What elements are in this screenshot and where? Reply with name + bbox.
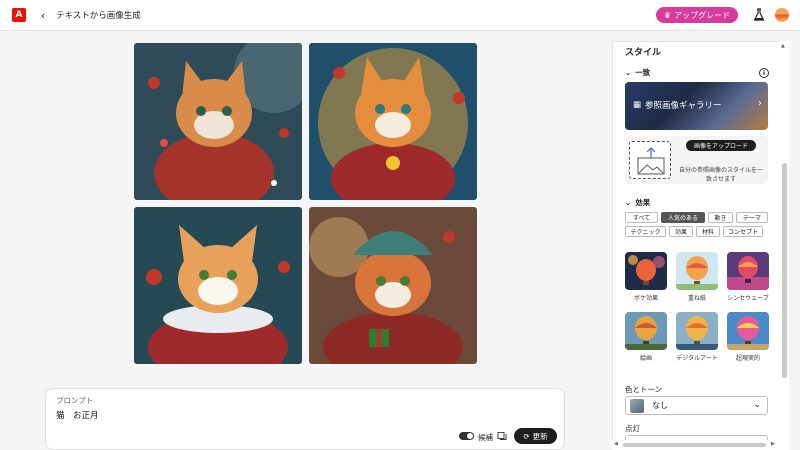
effect-digital-art[interactable]: デジタルアート bbox=[675, 312, 719, 362]
chip-concept[interactable]: コンセプト bbox=[723, 226, 763, 237]
effect-thumbnail bbox=[625, 252, 667, 290]
effect-label: 重ね紙 bbox=[687, 295, 706, 302]
effect-label: ボケ効果 bbox=[633, 295, 658, 302]
effects-grid: ボケ効果 重ね紙 シンセウェーブ 絵画 デジタルアート 超現実的 bbox=[624, 252, 770, 362]
scroll-thumb[interactable] bbox=[782, 163, 787, 378]
effect-label: 絵画 bbox=[639, 355, 652, 362]
match-title: 一致 bbox=[635, 68, 651, 77]
effect-layered-paper[interactable]: 重ね紙 bbox=[675, 252, 719, 302]
effect-thumbnail bbox=[676, 312, 718, 350]
upload-image-button[interactable]: 画像をアップロード bbox=[686, 140, 756, 151]
style-title: スタイル bbox=[625, 48, 662, 58]
effect-painting[interactable]: 絵画 bbox=[624, 312, 668, 362]
back-chevron-icon[interactable]: ‹ bbox=[38, 9, 48, 22]
upload-description: 自分の参照画像のスタイルを一致させます bbox=[678, 167, 763, 183]
upload-area: 画像をアップロード 自分の参照画像のスタイルを一致させます bbox=[625, 136, 768, 184]
effect-bokeh[interactable]: ボケ効果 bbox=[624, 252, 668, 302]
crown-icon: ♛ bbox=[663, 10, 672, 20]
color-tone-label: 色とトーン bbox=[625, 385, 663, 394]
lighting-label: 点灯 bbox=[625, 424, 640, 433]
scroll-left-icon[interactable]: ◀ bbox=[614, 441, 618, 447]
chip-motion[interactable]: 動き bbox=[708, 212, 733, 223]
scroll-up-icon[interactable]: ▲ bbox=[781, 43, 785, 49]
effect-synthwave[interactable]: シンセウェーブ bbox=[726, 252, 770, 302]
update-button[interactable]: ⟳ 更新 bbox=[514, 428, 557, 444]
candidate-toggle[interactable] bbox=[459, 432, 474, 440]
effect-thumbnail bbox=[727, 312, 769, 350]
grid-icon: ▦ bbox=[633, 100, 642, 110]
effect-label: シンセウェーブ bbox=[727, 295, 769, 302]
result-image[interactable] bbox=[134, 207, 302, 364]
chip-all[interactable]: すべて bbox=[625, 212, 658, 223]
effect-thumbnail bbox=[625, 312, 667, 350]
chevron-down-icon: ⌄ bbox=[625, 68, 632, 77]
candidate-label: 候補 bbox=[478, 433, 493, 442]
effect-label: 超現実的 bbox=[735, 355, 760, 362]
upload-dropzone[interactable] bbox=[629, 141, 671, 179]
match-section-header[interactable]: ⌄ 一致 bbox=[625, 67, 650, 78]
chip-effect[interactable]: 効果 bbox=[669, 226, 693, 237]
chip-technique[interactable]: テクニック bbox=[625, 226, 666, 237]
effect-thumbnail bbox=[676, 252, 718, 290]
chevron-down-icon: ⌄ bbox=[625, 198, 632, 207]
update-label: 更新 bbox=[532, 431, 548, 441]
flask-icon[interactable] bbox=[753, 8, 765, 22]
result-image[interactable] bbox=[309, 43, 477, 200]
effect-filter-chips: すべて 人気のある 動き テーマ テクニック 効果 材料 コンセプト bbox=[625, 212, 770, 237]
results-grid bbox=[134, 43, 477, 364]
refresh-icon: ⟳ bbox=[523, 431, 530, 441]
effect-thumbnail bbox=[727, 252, 769, 290]
color-tone-select[interactable]: なし ⌄ bbox=[625, 396, 768, 415]
color-swatch bbox=[630, 398, 644, 413]
chip-theme[interactable]: テーマ bbox=[736, 212, 768, 223]
color-tone-value: なし bbox=[652, 401, 668, 410]
effect-label: デジタルアート bbox=[676, 355, 718, 362]
adobe-logo-icon[interactable]: A bbox=[12, 8, 26, 22]
page-title: テキストから画像生成 bbox=[56, 11, 141, 21]
upgrade-button[interactable]: ♛ アップグレード bbox=[656, 7, 738, 23]
upgrade-label: アップグレード bbox=[674, 10, 731, 20]
reference-gallery-button[interactable]: ▦ 参照画像ギャラリー › bbox=[625, 82, 768, 130]
info-icon[interactable]: i bbox=[759, 68, 769, 78]
effects-title: 効果 bbox=[635, 198, 651, 207]
effects-section-header[interactable]: ⌄ 効果 bbox=[625, 197, 650, 208]
effect-surreal[interactable]: 超現実的 bbox=[726, 312, 770, 362]
chip-popular[interactable]: 人気のある bbox=[661, 212, 705, 223]
user-avatar[interactable] bbox=[775, 8, 789, 22]
chip-material[interactable]: 材料 bbox=[696, 226, 720, 237]
result-image[interactable] bbox=[309, 207, 477, 364]
prompt-label: プロンプト bbox=[56, 396, 94, 405]
result-image[interactable] bbox=[134, 43, 302, 200]
chevron-down-icon: ⌄ bbox=[753, 400, 761, 410]
chevron-right-icon: › bbox=[758, 98, 762, 109]
image-upload-icon bbox=[637, 147, 665, 175]
prompt-input[interactable]: 猫 お正月 bbox=[56, 409, 99, 421]
scroll-right-icon[interactable]: ▶ bbox=[771, 441, 775, 447]
suggestion-icon[interactable] bbox=[497, 431, 507, 441]
gallery-label: 参照画像ギャラリー bbox=[645, 101, 722, 111]
prompt-box[interactable]: プロンプト 猫 お正月 候補 ⟳ 更新 bbox=[45, 388, 565, 450]
horizontal-scroll-thumb[interactable] bbox=[623, 443, 766, 447]
